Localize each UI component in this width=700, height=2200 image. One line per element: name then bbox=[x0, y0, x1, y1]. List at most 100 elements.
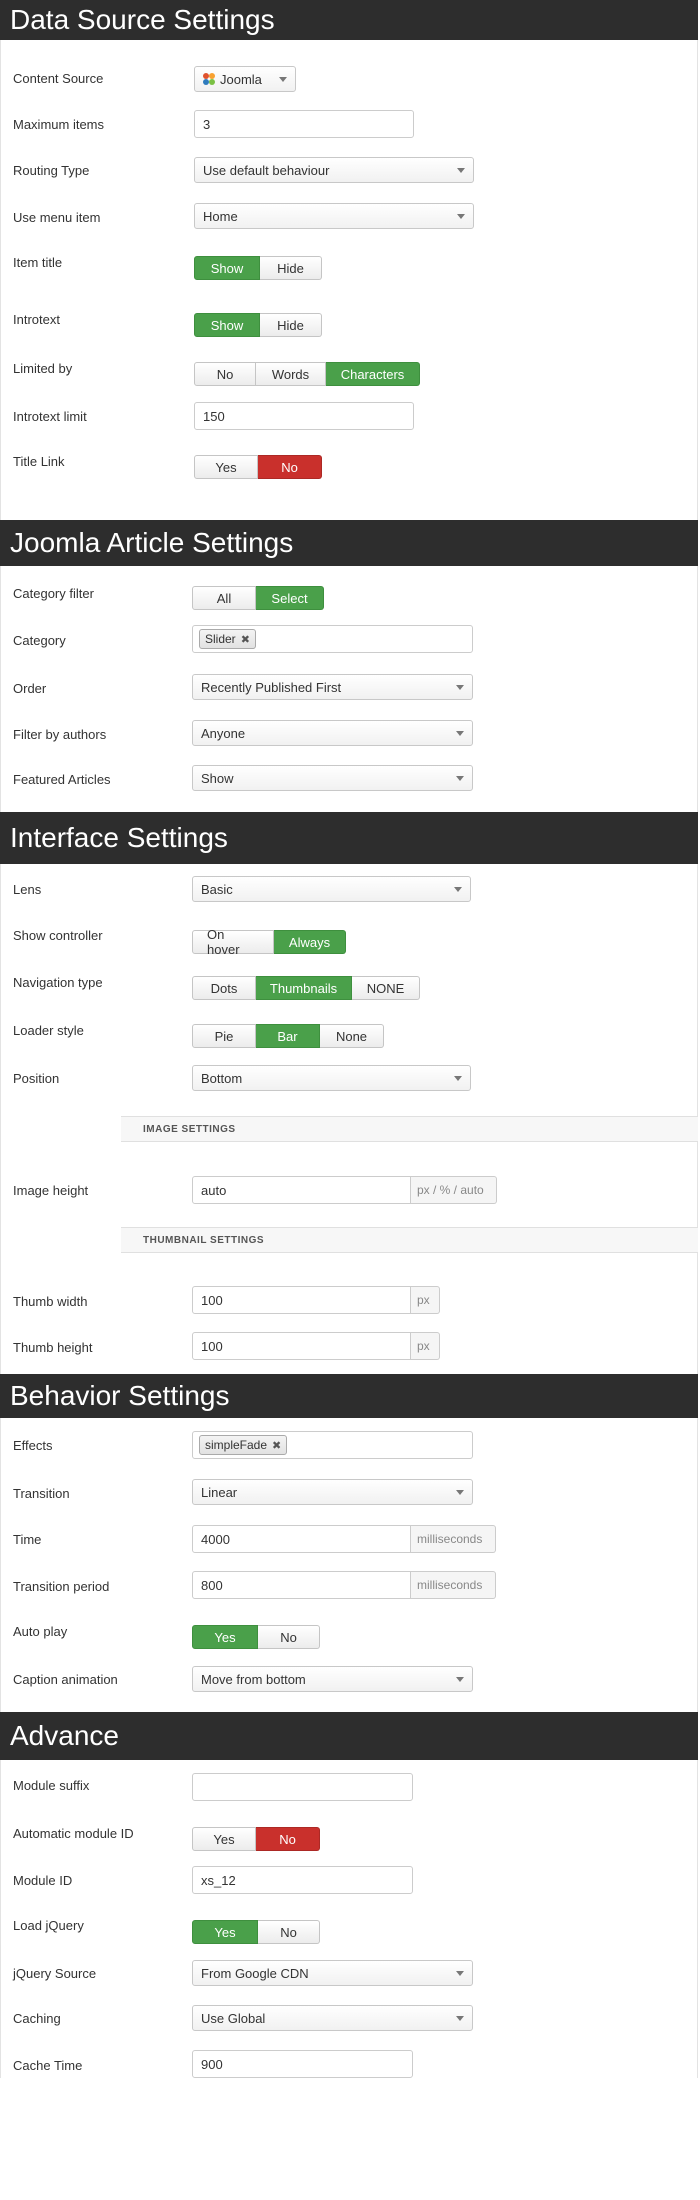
cache-time-input[interactable]: 900 bbox=[192, 2050, 413, 2078]
time-input[interactable]: 4000 bbox=[192, 1525, 411, 1553]
filter-by-authors-select[interactable]: Anyone bbox=[192, 720, 473, 746]
maximum-items-label: Maximum items bbox=[13, 117, 105, 132]
module-id-label: Module ID bbox=[13, 1873, 73, 1888]
chevron-down-icon bbox=[454, 1076, 462, 1081]
time-unit: milliseconds bbox=[411, 1525, 496, 1553]
introtext-toggle: Show Hide bbox=[194, 313, 322, 337]
navigation-type-none-button[interactable]: NONE bbox=[352, 976, 420, 1000]
limited-by-no-button[interactable]: No bbox=[194, 362, 256, 386]
featured-articles-select[interactable]: Show bbox=[192, 765, 473, 791]
chevron-down-icon bbox=[454, 887, 462, 892]
cache-time-label: Cache Time bbox=[13, 2058, 83, 2073]
transition-period-label: Transition period bbox=[13, 1579, 110, 1594]
section-header-behavior: Behavior Settings bbox=[0, 1374, 698, 1418]
item-title-show-button[interactable]: Show bbox=[194, 256, 260, 280]
navigation-type-toggle: Dots Thumbnails NONE bbox=[192, 976, 420, 1000]
load-jquery-yes-button[interactable]: Yes bbox=[192, 1920, 258, 1944]
effects-label: Effects bbox=[13, 1438, 53, 1453]
title-link-no-button[interactable]: No bbox=[258, 455, 322, 479]
caption-animation-value: Move from bottom bbox=[201, 1671, 306, 1687]
routing-type-value: Use default behaviour bbox=[203, 162, 330, 178]
thumb-width-input[interactable]: 100 bbox=[192, 1286, 411, 1314]
use-menu-item-value: Home bbox=[203, 208, 238, 224]
order-label: Order bbox=[13, 681, 47, 696]
section-advance: Module suffix Automatic module ID Yes No… bbox=[0, 1760, 698, 2078]
transition-select[interactable]: Linear bbox=[192, 1479, 473, 1505]
routing-type-select[interactable]: Use default behaviour bbox=[194, 157, 474, 183]
jquery-source-select[interactable]: From Google CDN bbox=[192, 1960, 473, 1986]
navigation-type-dots-button[interactable]: Dots bbox=[192, 976, 256, 1000]
image-height-input[interactable]: auto bbox=[192, 1176, 411, 1204]
thumb-height-input[interactable]: 100 bbox=[192, 1332, 411, 1360]
effects-tag-input[interactable]: simpleFade ✖ bbox=[192, 1431, 473, 1459]
category-filter-select-button[interactable]: Select bbox=[256, 586, 324, 610]
introtext-show-button[interactable]: Show bbox=[194, 313, 260, 337]
order-select[interactable]: Recently Published First bbox=[192, 674, 473, 700]
image-height-unit: px / % / auto bbox=[411, 1176, 497, 1204]
section-header-interface: Interface Settings bbox=[0, 812, 698, 864]
introtext-limit-input[interactable]: 150 bbox=[194, 402, 414, 430]
loader-style-bar-button[interactable]: Bar bbox=[256, 1024, 320, 1048]
thumb-width-unit: px bbox=[411, 1286, 440, 1314]
category-filter-all-button[interactable]: All bbox=[192, 586, 256, 610]
image-height-label: Image height bbox=[13, 1183, 89, 1198]
auto-play-toggle: Yes No bbox=[192, 1625, 320, 1649]
load-jquery-no-button[interactable]: No bbox=[258, 1920, 320, 1944]
title-link-yes-button[interactable]: Yes bbox=[194, 455, 258, 479]
loader-style-pie-button[interactable]: Pie bbox=[192, 1024, 256, 1048]
image-settings-subheader: IMAGE SETTINGS bbox=[121, 1116, 698, 1142]
section-behavior: Effects simpleFade ✖ Transition Linear T… bbox=[0, 1418, 698, 1712]
remove-tag-icon[interactable]: ✖ bbox=[272, 1439, 281, 1452]
category-tag-label: Slider bbox=[205, 632, 236, 646]
order-value: Recently Published First bbox=[201, 679, 342, 695]
section-joomla-article: Category filter All Select Category Slid… bbox=[0, 566, 698, 812]
section-header-data-source: Data Source Settings bbox=[0, 0, 698, 40]
auto-play-no-button[interactable]: No bbox=[258, 1625, 320, 1649]
category-tag-input[interactable]: Slider ✖ bbox=[192, 625, 473, 653]
module-id-input[interactable]: xs_12 bbox=[192, 1866, 413, 1894]
caption-animation-select[interactable]: Move from bottom bbox=[192, 1666, 473, 1692]
caching-value: Use Global bbox=[201, 2010, 266, 2026]
featured-articles-label: Featured Articles bbox=[13, 772, 111, 787]
title-link-label: Title Link bbox=[13, 454, 65, 469]
loader-style-none-button[interactable]: None bbox=[320, 1024, 384, 1048]
load-jquery-label: Load jQuery bbox=[13, 1918, 84, 1933]
position-select[interactable]: Bottom bbox=[192, 1065, 471, 1091]
chevron-down-icon bbox=[456, 731, 464, 736]
caching-label: Caching bbox=[13, 2011, 61, 2026]
automatic-module-id-toggle: Yes No bbox=[192, 1827, 320, 1851]
content-source-select[interactable]: Joomla bbox=[194, 66, 296, 92]
caching-select[interactable]: Use Global bbox=[192, 2005, 473, 2031]
jquery-source-value: From Google CDN bbox=[201, 1965, 309, 1981]
routing-type-label: Routing Type bbox=[13, 163, 90, 178]
show-controller-always-button[interactable]: Always bbox=[274, 930, 346, 954]
filter-by-authors-label: Filter by authors bbox=[13, 727, 107, 742]
introtext-hide-button[interactable]: Hide bbox=[260, 313, 322, 337]
effects-tag: simpleFade ✖ bbox=[199, 1435, 288, 1455]
show-controller-toggle: On hover Always bbox=[192, 927, 346, 957]
show-controller-on-hover-button[interactable]: On hover bbox=[192, 927, 274, 957]
use-menu-item-select[interactable]: Home bbox=[194, 203, 474, 229]
auto-play-label: Auto play bbox=[13, 1624, 68, 1639]
settings-page: Data Source Settings Content Source Joom… bbox=[0, 0, 700, 2200]
chevron-down-icon bbox=[279, 77, 287, 82]
chevron-down-icon bbox=[456, 776, 464, 781]
transition-label: Transition bbox=[13, 1486, 70, 1501]
auto-play-yes-button[interactable]: Yes bbox=[192, 1625, 258, 1649]
item-title-hide-button[interactable]: Hide bbox=[260, 256, 322, 280]
navigation-type-thumbnails-button[interactable]: Thumbnails bbox=[256, 976, 352, 1000]
load-jquery-toggle: Yes No bbox=[192, 1920, 320, 1944]
category-tag: Slider ✖ bbox=[199, 629, 256, 649]
automatic-module-id-label: Automatic module ID bbox=[13, 1826, 134, 1841]
limited-by-characters-button[interactable]: Characters bbox=[326, 362, 420, 386]
limited-by-words-button[interactable]: Words bbox=[256, 362, 326, 386]
automatic-module-id-yes-button[interactable]: Yes bbox=[192, 1827, 256, 1851]
maximum-items-input[interactable]: 3 bbox=[194, 110, 414, 138]
remove-tag-icon[interactable]: ✖ bbox=[241, 633, 250, 646]
automatic-module-id-no-button[interactable]: No bbox=[256, 1827, 320, 1851]
chevron-down-icon bbox=[456, 685, 464, 690]
chevron-down-icon bbox=[457, 214, 465, 219]
lens-select[interactable]: Basic bbox=[192, 876, 471, 902]
module-suffix-input[interactable] bbox=[192, 1773, 413, 1801]
transition-period-input[interactable]: 800 bbox=[192, 1571, 411, 1599]
